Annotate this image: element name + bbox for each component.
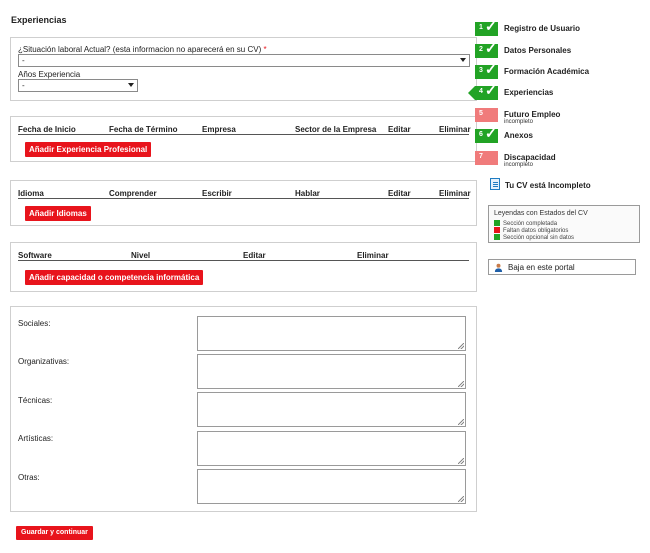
col-start-date: Fecha de Inicio <box>18 125 76 134</box>
step-badge: 3 ✓ <box>475 61 498 79</box>
table-divider <box>18 134 469 135</box>
add-software-button[interactable]: Añadir capacidad o competencia informáti… <box>25 270 204 285</box>
col-level: Nivel <box>131 251 151 260</box>
check-icon: ✓ <box>485 18 497 34</box>
years-select[interactable]: - <box>18 79 138 92</box>
chevron-down-icon <box>460 58 466 62</box>
check-icon: ✓ <box>485 61 497 77</box>
situation-label: ¿Situación laboral Actual? (esta informa… <box>18 45 267 54</box>
page-title: Experiencias <box>11 15 67 25</box>
col-software: Software <box>18 251 52 260</box>
col-sector: Sector de la Empresa <box>295 125 377 134</box>
legend-item-optional: Sección opcional sin datos <box>494 234 574 241</box>
add-languages-button[interactable]: Añadir Idiomas <box>25 206 91 221</box>
col-delete: Eliminar <box>439 189 471 198</box>
cv-status-text: Tu CV está Incompleto <box>505 181 591 190</box>
software-panel: Software Nivel Editar Eliminar Añadir ca… <box>10 242 477 292</box>
step-experience[interactable]: 4 ✓ Experiencias <box>468 82 645 100</box>
green-square-icon <box>494 220 500 226</box>
step-badge: 1 ✓ <box>475 18 498 36</box>
check-icon: ✓ <box>485 40 497 56</box>
step-badge: 2 ✓ <box>475 40 498 58</box>
col-delete: Eliminar <box>439 125 471 134</box>
col-edit: Editar <box>388 125 411 134</box>
col-write: Escribir <box>202 189 232 198</box>
step-education[interactable]: 3 ✓ Formación Académica <box>475 61 645 79</box>
legend-item-missing: Faltan datos obligatorios <box>494 227 568 234</box>
skills-panel: Sociales: Organizativas: Técnicas: Artís… <box>10 306 477 512</box>
col-end-date: Fecha de Término <box>109 125 178 134</box>
save-continue-button[interactable]: Guardar y continuar <box>16 526 93 540</box>
col-delete: Eliminar <box>357 251 389 260</box>
technical-skills-textarea[interactable] <box>197 392 466 427</box>
languages-panel: Idioma Comprender Escribir Hablar Editar… <box>10 180 477 226</box>
legend-item-complete: Sección completada <box>494 220 557 227</box>
step-badge: 6 ✓ <box>475 125 498 143</box>
organizational-skills-textarea[interactable] <box>197 354 466 389</box>
step-disability[interactable]: 7 Discapacidad incompleto <box>475 151 645 168</box>
situation-select[interactable]: - <box>18 54 470 67</box>
social-skills-textarea[interactable] <box>197 316 466 351</box>
artistic-skills-textarea[interactable] <box>197 431 466 466</box>
table-divider <box>18 260 469 261</box>
col-edit: Editar <box>243 251 266 260</box>
cv-legend: Leyendas con Estados del CV Sección comp… <box>488 205 640 243</box>
check-icon: ✓ <box>485 125 497 141</box>
leave-portal-button[interactable]: Baja en este portal <box>488 259 636 275</box>
step-attachments[interactable]: 6 ✓ Anexos <box>475 125 645 143</box>
col-understand: Comprender <box>109 189 157 198</box>
active-step-arrow <box>468 86 475 100</box>
experience-panel: Fecha de Inicio Fecha de Término Empresa… <box>10 116 477 162</box>
green-check-square-icon <box>494 234 500 240</box>
legend-title: Leyendas con Estados del CV <box>494 210 588 217</box>
add-experience-button[interactable]: Añadir Experiencia Profesional <box>25 142 152 157</box>
red-square-icon <box>494 227 500 233</box>
step-badge: 4 ✓ <box>475 82 498 100</box>
years-label: Años Experiencia <box>18 70 81 79</box>
other-skills-textarea[interactable] <box>197 469 466 504</box>
col-company: Empresa <box>202 125 236 134</box>
check-icon: ✓ <box>485 82 497 98</box>
required-mark: * <box>263 45 267 54</box>
step-badge: 7 <box>475 151 498 165</box>
document-icon <box>490 178 500 190</box>
step-badge: 5 <box>475 108 498 122</box>
skill-label-organizational: Organizativas: <box>18 357 70 366</box>
table-divider <box>18 198 469 199</box>
step-personal-data[interactable]: 2 ✓ Datos Personales <box>475 40 645 58</box>
col-edit: Editar <box>388 189 411 198</box>
situation-panel: ¿Situación laboral Actual? (esta informa… <box>10 37 477 101</box>
col-speak: Hablar <box>295 189 320 198</box>
skill-label-technical: Técnicas: <box>18 396 53 405</box>
skill-label-other: Otras: <box>18 473 40 482</box>
skill-label-artistic: Artísticas: <box>18 434 54 443</box>
col-language: Idioma <box>18 189 44 198</box>
skill-label-social: Sociales: <box>18 319 51 328</box>
chevron-down-icon <box>128 83 134 87</box>
step-future-employment[interactable]: 5 Futuro Empleo incompleto <box>475 108 645 125</box>
user-icon <box>494 263 503 272</box>
step-user-registration[interactable]: 1 ✓ Registro de Usuario <box>475 18 645 36</box>
